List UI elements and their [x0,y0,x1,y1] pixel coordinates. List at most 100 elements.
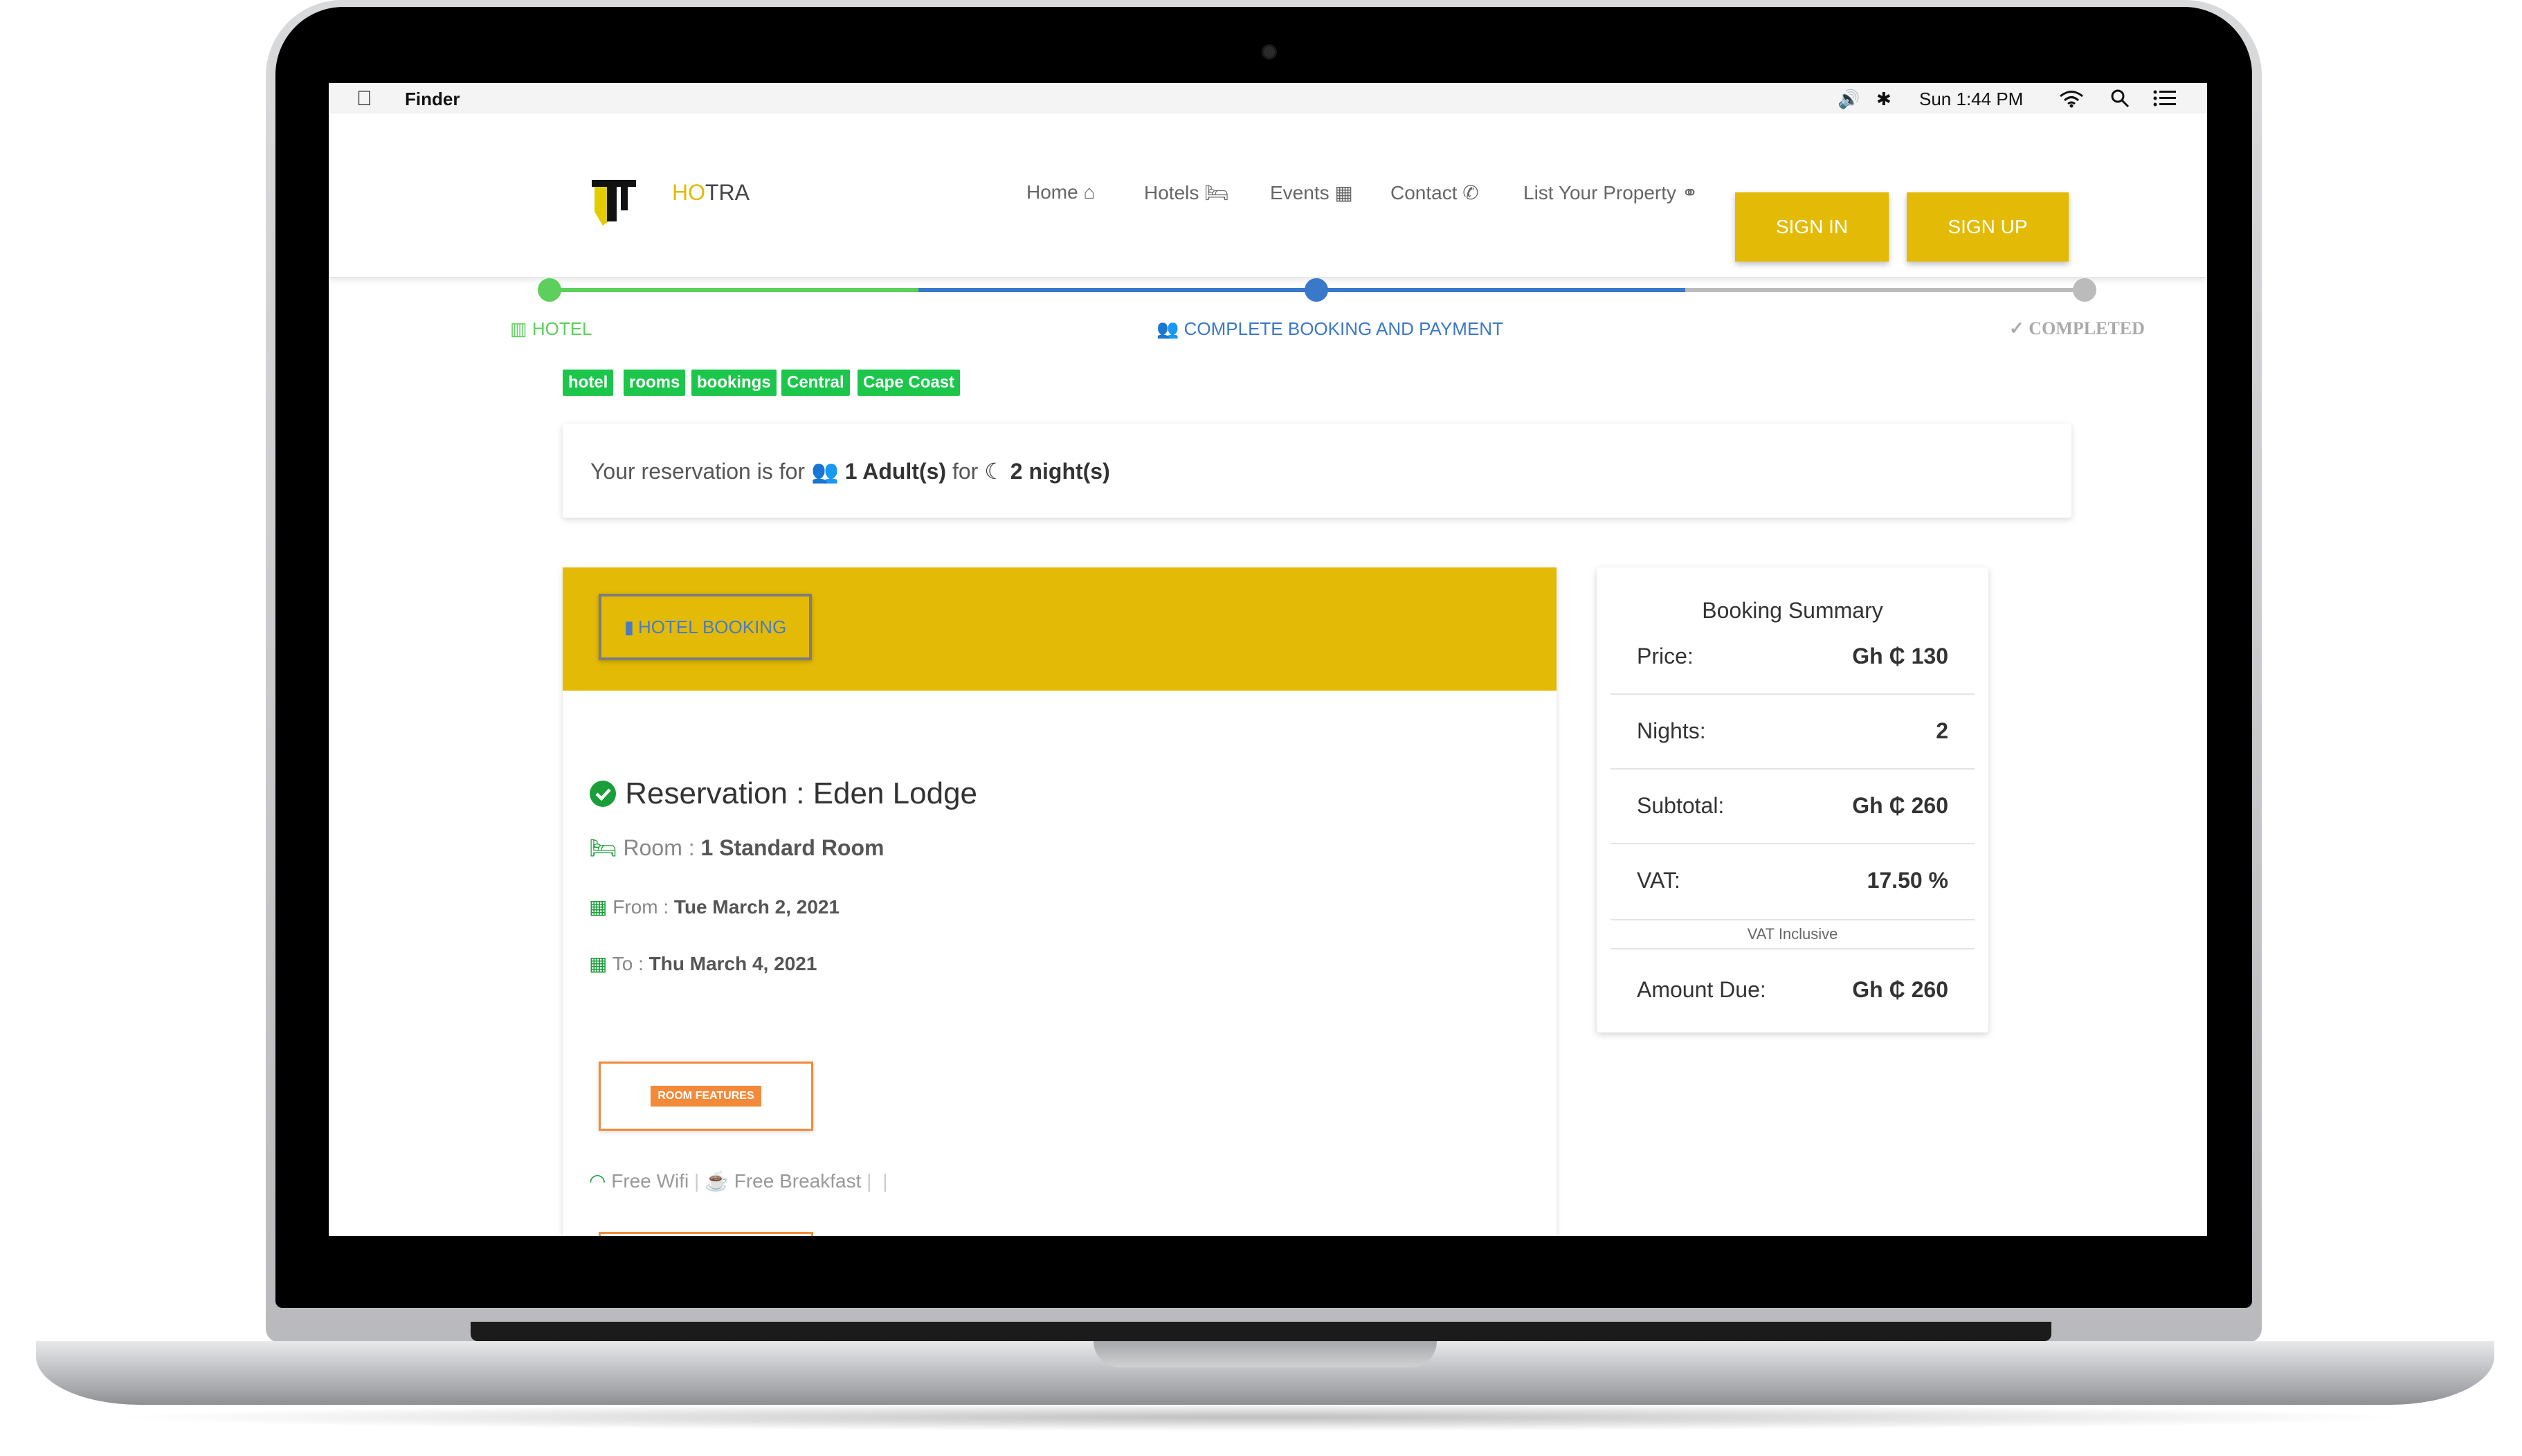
book-icon: ▮ [624,616,634,637]
step-hotel[interactable]: ▥ HOTEL [510,318,592,340]
summary-row-vat: VAT: 17.50 % [1611,843,1975,920]
summary-label: Nights: [1637,718,1706,743]
sign-in-button[interactable]: SIGN IN [1735,192,1889,262]
adults-icon: 👥 [810,459,839,484]
room-label: Room : [623,835,695,860]
brand-name[interactable]: HOTRA [672,180,750,206]
summary-row-price: Price: Gh ₵ 130 [1611,619,1975,695]
moon-icon: ☾ [984,459,1004,484]
progress-track-pending [1685,288,2073,292]
brand-prefix: HO [672,180,705,205]
step-booking[interactable]: 👥 COMPLETE BOOKING AND PAYMENT [1156,318,1503,340]
summary-value: 2 [1936,718,1948,743]
from-label: From : [613,896,669,918]
tag-cape-coast[interactable]: Cape Coast [858,370,961,396]
nav-home[interactable]: Home ⌂ [1026,181,1095,203]
amount-due-value: Gh ₵ 260 [1852,977,1948,1002]
bed-icon: 🛏 [1204,182,1229,203]
progress-dot-completed [2073,278,2096,302]
to-date-detail: ▦ To : Thu March 4, 2021 [589,952,817,975]
feature-wifi: Free Wifi [611,1170,689,1192]
reservation-summary-banner: Your reservation is for 👥 1 Adult(s) for… [563,424,2071,518]
summary-label: Price: [1637,644,1694,668]
summary-label: Subtotal: [1637,793,1725,818]
summary-value: 17.50 % [1867,868,1948,893]
reservation-middle: for [952,459,979,484]
hotel-building-icon: ▥ [510,318,527,339]
room-detail: 🛏 Room : 1 Standard Room [589,835,884,861]
room-features-list: ◠ Free Wifi | ☕ Free Breakfast | | [589,1170,887,1192]
reservation-summary-text: Your reservation is for 👥 1 Adult(s) for… [590,458,1110,484]
nav-contact-label: Contact [1390,182,1458,203]
nav-events[interactable]: Events ▦ [1270,181,1353,204]
nav-hotels[interactable]: Hotels 🛏 [1144,181,1229,204]
step-completed[interactable]: ✓ COMPLETED [2009,318,2145,339]
wifi-icon[interactable] [2059,90,2084,108]
summary-value: Gh ₵ 130 [1852,644,1948,668]
screen:  Finder 🔊 ✱ Sun 1:44 PM HOTRA [329,83,2207,1236]
summary-row-amount-due: Amount Due: Gh ₵ 260 [1611,952,1975,1027]
users-icon: 👥 [1156,318,1179,339]
progress-track-active [918,288,1685,292]
summary-row-nights: Nights: 2 [1611,693,1975,770]
tag-rooms[interactable]: rooms [624,370,686,396]
progress-track-done [550,288,918,292]
nav-hotels-label: Hotels [1144,182,1199,203]
macos-menu-bar:  Finder 🔊 ✱ Sun 1:44 PM [329,83,2207,114]
hotel-booking-label: HOTEL BOOKING [638,616,787,637]
nav-contact[interactable]: Contact ✆ [1390,181,1479,204]
hotel-booking-button[interactable]: ▮ HOTEL BOOKING [599,594,812,660]
reservation-title-text: Reservation : Eden Lodge [625,776,978,810]
menu-clock[interactable]: Sun 1:44 PM [1919,89,2023,110]
check-circle-icon [590,781,616,807]
tag-central[interactable]: Central [781,370,850,396]
nav-list-property[interactable]: List Your Property ⚭ [1523,181,1698,204]
adults-count: 1 Adult(s) [844,459,947,484]
next-section-button[interactable] [599,1232,813,1236]
check-circle-icon: ✓ [2009,318,2024,338]
hotra-logo-icon[interactable] [592,177,636,227]
feature-breakfast: Free Breakfast [734,1170,862,1192]
room-value: 1 Standard Room [700,835,884,860]
spotlight-search-icon[interactable] [2110,89,2130,108]
sign-up-button[interactable]: SIGN UP [1907,192,2069,262]
building-icon: ▦ [1334,182,1353,203]
progress-dot-booking [1305,278,1328,302]
reservation-title: Reservation : Eden Lodge [589,776,977,811]
vat-inclusive-note: VAT Inclusive [1611,920,1975,949]
laptop-shadow [104,1403,2418,1431]
tag-hotel[interactable]: hotel [563,370,614,396]
notification-center-icon[interactable] [2153,90,2177,107]
summary-value: Gh ₵ 260 [1852,793,1948,818]
site-header: HOTRA Home ⌂ Hotels 🛏 Events ▦ Contact ✆… [329,113,2207,278]
nav-list-property-label: List Your Property [1523,182,1677,203]
bluetooth-icon[interactable]: ✱ [1876,89,1891,110]
nav-home-label: Home [1026,181,1078,203]
feature-separator: | [882,1170,888,1192]
booking-summary-panel: Booking Summary Price: Gh ₵ 130 Nights: … [1597,567,1988,1032]
apple-icon[interactable]:  [356,87,372,111]
nav-events-label: Events [1270,182,1330,203]
from-date-detail: ▦ From : Tue March 2, 2021 [589,895,840,918]
brand-suffix: TRA [705,180,750,205]
feature-separator: | [694,1170,700,1192]
booking-card-header: ▮ HOTEL BOOKING [563,567,1557,691]
handshake-icon: ⚭ [1681,182,1698,203]
to-label: To : [612,953,644,974]
calendar-icon: ▦ [589,896,608,918]
laptop-hinge [471,1322,2051,1341]
step-booking-label: COMPLETE BOOKING AND PAYMENT [1183,318,1503,339]
room-features-button[interactable]: ROOM FEATURES [599,1062,813,1131]
booking-card: ▮ HOTEL BOOKING Reservation : Eden Lodge… [563,567,1557,1236]
from-value: Tue March 2, 2021 [673,896,840,918]
reservation-prefix: Your reservation is for [590,459,806,484]
calendar-icon: ▦ [589,953,608,974]
amount-due-label: Amount Due: [1637,977,1766,1002]
tag-bookings[interactable]: bookings [691,370,777,396]
coffee-icon: ☕ [705,1170,729,1192]
step-completed-label: COMPLETED [2029,318,2145,338]
to-value: Thu March 4, 2021 [648,953,817,974]
menu-app-name[interactable]: Finder [405,89,460,110]
volume-icon[interactable]: 🔊 [1838,89,1860,110]
step-hotel-label: HOTEL [532,318,592,339]
